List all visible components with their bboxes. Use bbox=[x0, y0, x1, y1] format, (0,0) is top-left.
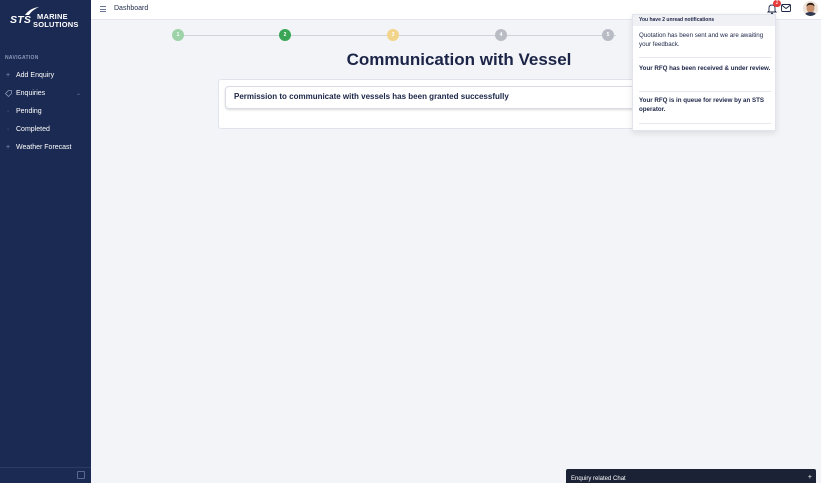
divider bbox=[639, 91, 771, 92]
plus-icon: + bbox=[5, 71, 11, 79]
sidebar-item-label: Add Enquiry bbox=[16, 71, 55, 79]
sidebar-item-add-enquiry[interactable]: + Add Enquiry bbox=[0, 67, 91, 83]
sidebar-item-enquiries[interactable]: Enquiries ⌄ bbox=[0, 85, 91, 101]
step-1[interactable]: 1 bbox=[172, 29, 184, 41]
progress-stepper: 1 2 3 4 5 bbox=[170, 28, 620, 44]
sidebar-item-pending[interactable]: · Pending bbox=[0, 103, 91, 119]
sidebar-item-label: Completed bbox=[16, 125, 50, 133]
sidebar-item-label: Enquiries bbox=[16, 89, 46, 97]
sidebar-item-label: Pending bbox=[16, 107, 42, 115]
brand-sts: STS bbox=[10, 14, 32, 26]
collapse-sidebar-icon[interactable] bbox=[77, 471, 85, 479]
success-message: Permission to communicate with vessels h… bbox=[234, 92, 509, 101]
dot-icon: · bbox=[6, 125, 10, 133]
notification-badge: 2 bbox=[773, 0, 781, 7]
notification-item[interactable]: Your RFQ is in queue for review by an ST… bbox=[639, 97, 771, 114]
expand-chat-icon[interactable]: + bbox=[808, 474, 812, 481]
dot-icon: · bbox=[6, 107, 10, 115]
page-title: Communication with Vessel bbox=[346, 50, 572, 69]
nav-heading: NAVIGATION bbox=[5, 55, 39, 61]
brand-logo[interactable]: STS MARINE SOLUTIONS bbox=[10, 6, 84, 32]
enquiry-chat-bar[interactable]: Enquiry related Chat + bbox=[566, 469, 816, 483]
tag-icon bbox=[0, 89, 16, 97]
step-3[interactable]: 3 bbox=[387, 29, 399, 41]
message-card: Permission to communicate with vessels h… bbox=[218, 79, 639, 129]
breadcrumb[interactable]: Dashboard bbox=[114, 5, 148, 12]
sidebar-item-label: Weather Forecast bbox=[16, 143, 72, 151]
success-alert: Permission to communicate with vessels h… bbox=[225, 86, 639, 109]
sidebar-footer bbox=[0, 467, 91, 483]
notification-item[interactable]: Quotation has been sent and we are await… bbox=[639, 32, 771, 49]
menu-icon[interactable] bbox=[100, 6, 106, 12]
notifications-dropdown: You have 2 unread notifications Quotatio… bbox=[632, 14, 776, 131]
step-2[interactable]: 2 bbox=[279, 29, 291, 41]
step-5[interactable]: 5 bbox=[602, 29, 614, 41]
sidebar-item-completed[interactable]: · Completed bbox=[0, 121, 91, 137]
divider bbox=[639, 57, 771, 58]
notification-item[interactable]: Your RFQ has been received & under revie… bbox=[639, 65, 771, 74]
sidebar: STS MARINE SOLUTIONS NAVIGATION + Add En… bbox=[0, 0, 91, 483]
divider bbox=[639, 123, 771, 124]
chat-title: Enquiry related Chat bbox=[571, 476, 626, 482]
plus-icon: + bbox=[5, 143, 11, 151]
step-4[interactable]: 4 bbox=[495, 29, 507, 41]
sidebar-item-weather-forecast[interactable]: + Weather Forecast bbox=[0, 139, 91, 155]
mail-icon[interactable] bbox=[781, 4, 791, 12]
chevron-down-icon: ⌄ bbox=[75, 90, 81, 97]
brand-line2: SOLUTIONS bbox=[33, 20, 79, 29]
avatar[interactable] bbox=[803, 1, 818, 16]
notifications-header: You have 2 unread notifications bbox=[633, 15, 775, 26]
